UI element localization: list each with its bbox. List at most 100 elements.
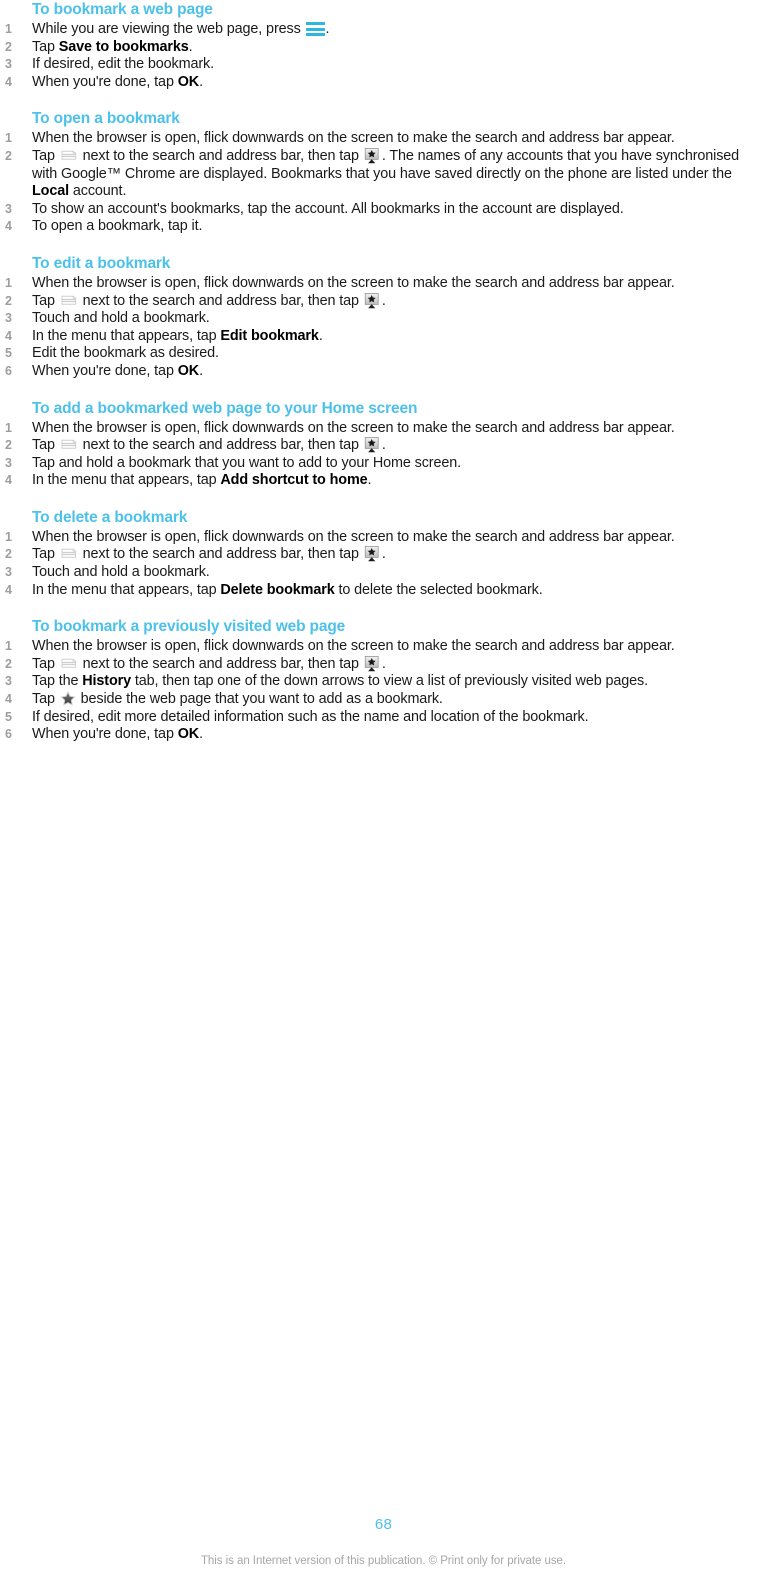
step-number: 4 [5,692,12,707]
step-item: 1 When the browser is open, flick downwar… [0,638,767,656]
step-text: If desired, edit more detailed informati… [32,709,757,727]
step-text: Touch and hold a bookmark. [32,310,757,328]
steps-list: 1 When the browser is open, flick downwar… [0,130,767,236]
tabs-icon [61,656,77,670]
step-item: 2 Tap next to the search and address bar,… [0,293,767,311]
step-number: 1 [5,131,12,146]
body-text: When the browser is open, flick downward… [32,130,675,147]
section-heading: To edit a bookmark [32,254,171,272]
manual-page: To bookmark a web page 1 While you are vie… [0,0,767,1590]
step-item: 3 Touch and hold a bookmark. [0,564,767,582]
steps-list: 1 While you are viewing the web page, pre… [0,21,767,91]
body-text: When the browser is open, flick downward… [32,419,675,436]
body-text: If desired, edit the bookmark. [32,56,214,73]
emphasis-text: Add shortcut to home [220,472,368,489]
body-text: In the menu that appears, tap [32,472,221,489]
step-number: 1 [5,529,12,544]
step-item: 1 When the browser is open, flick downwar… [0,529,767,547]
step-number: 4 [5,473,12,488]
menu-icon [305,21,325,36]
section-heading: To delete a bookmark [32,508,188,526]
body-text: . [188,38,193,55]
step-number: 5 [5,346,12,361]
body-text: Touch and hold a bookmark. [32,310,210,327]
step-text: To open a bookmark, tap it. [32,218,757,236]
body-text: In the menu that appears, tap [32,327,221,344]
section-heading: To open a bookmark [32,110,180,128]
body-text: next to the search and address bar, then… [78,546,363,563]
step-number: 4 [5,582,12,597]
body-text: . [381,437,386,454]
step-text: Tap and hold a bookmark that you want to… [32,455,757,473]
step-number: 2 [5,656,12,671]
body-text: Tap [32,691,59,708]
step-text: In the menu that appears, tap Edit bookm… [32,328,757,346]
step-number: 2 [5,148,12,163]
step-number: 2 [5,547,12,562]
bookmark-star-button-icon [364,655,381,672]
step-item: 2 Tap next to the search and address bar,… [0,148,767,201]
step-item: 2 Tap Save to bookmarks. [0,39,767,57]
steps-list: 1 When the browser is open, flick downwar… [0,420,767,490]
step-text: To show an account's bookmarks, tap the … [32,201,757,219]
step-text: Tap next to the search and address bar, … [32,293,757,311]
step-item: 3 If desired, edit the bookmark. [0,56,767,74]
step-text: When the browser is open, flick downward… [32,638,757,656]
step-number: 4 [5,74,12,89]
body-text: Tap [32,655,59,672]
bookmark-star-button-icon [364,546,381,562]
step-text: When you're done, tap OK. [32,74,757,92]
step-number: 6 [5,727,12,742]
star-icon [60,691,76,706]
body-text: When you're done, tap [32,362,178,379]
step-item: 4 When you're done, tap OK. [0,74,767,92]
step-text: When you're done, tap OK. [32,363,757,381]
section-heading: To bookmark a web page [32,1,213,18]
body-text: Tap [32,38,59,55]
step-item: 1 When the browser is open, flick downwar… [0,275,767,293]
instruction-section: To add a bookmarked web page to your Hom… [0,399,767,490]
step-item: 3 Tap and hold a bookmark that you want t… [0,455,767,473]
step-number: 2 [5,438,12,453]
bookmark-star-button-icon [364,437,381,453]
step-item: 1 When the browser is open, flick downwar… [0,420,767,438]
section-heading: To add a bookmarked web page to your Hom… [32,399,418,417]
emphasis-text: History [82,673,131,690]
emphasis-text: Edit bookmark [220,327,319,344]
step-text: Tap next to the search and address bar, … [32,437,757,455]
body-text: When the browser is open, flick downward… [32,528,675,545]
step-item: 6 When you're done, tap OK. [0,363,767,381]
body-text: next to the search and address bar, then… [78,655,363,672]
step-text: Tap the History tab, then tap one of the… [32,673,757,691]
body-text: next to the search and address bar, then… [78,147,363,164]
body-text: . [381,546,386,563]
step-text: Tap next to the search and address bar, … [32,656,757,674]
step-item: 2 Tap next to the search and address bar,… [0,546,767,564]
step-item: 4 To open a bookmark, tap it. [0,218,767,236]
body-text: If desired, edit more detailed informati… [32,708,589,725]
step-text: Tap next to the search and address bar, … [32,148,757,201]
tabs-icon [61,148,77,162]
step-item: 4 In the menu that appears, tap Delete bo… [0,582,767,600]
step-text: When you're done, tap OK. [32,726,757,744]
step-number: 2 [5,39,12,54]
body-text: . [381,655,386,672]
step-number: 1 [5,639,12,654]
body-text: next to the search and address bar, then… [78,437,363,454]
body-text: Tap [32,292,59,309]
step-number: 5 [5,709,12,724]
step-text: When the browser is open, flick downward… [32,130,757,148]
emphasis-text: Save to bookmarks [58,38,189,55]
body-text: . [367,472,372,489]
body-text: . [325,21,330,37]
emphasis-text: OK [177,73,200,90]
step-item: 1 When the browser is open, flick downwar… [0,130,767,148]
bookmark-star-button-icon [364,148,381,164]
step-text: While you are viewing the web page, pres… [32,21,757,39]
emphasis-text: OK [177,726,200,743]
step-text: When the browser is open, flick downward… [32,420,757,438]
step-item: 2 Tap next to the search and address bar,… [0,437,767,455]
body-text: When the browser is open, flick downward… [32,274,675,291]
step-text: Edit the bookmark as desired. [32,345,757,363]
page-content: To bookmark a web page 1 While you are vie… [0,0,767,744]
